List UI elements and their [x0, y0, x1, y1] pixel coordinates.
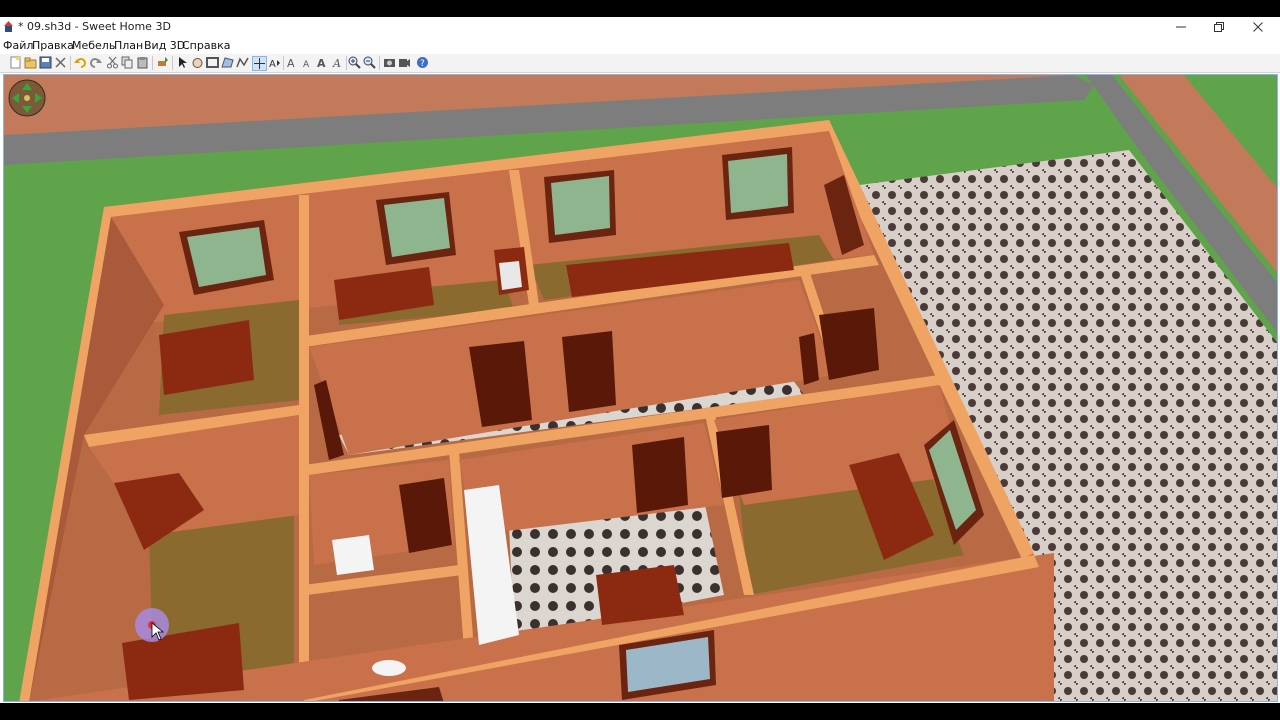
toolbar-separator: [379, 56, 380, 70]
mouse-cursor-icon: [135, 608, 169, 642]
sweet-home-app-icon: [4, 21, 13, 32]
laptop: [499, 261, 522, 290]
window-2: [376, 192, 456, 265]
cut-home-icon[interactable]: [54, 56, 67, 69]
create-dimensions-icon[interactable]: [252, 56, 267, 71]
window-3: [544, 170, 616, 243]
svg-text:A: A: [287, 57, 295, 69]
minimize-icon: [1176, 26, 1186, 28]
3d-view[interactable]: [3, 74, 1278, 702]
create-labels-icon[interactable]: A: [268, 56, 281, 69]
toolbar-separator: [70, 56, 71, 70]
select-mode-icon[interactable]: [176, 56, 189, 69]
cut-icon[interactable]: [106, 56, 119, 69]
svg-text:?: ?: [420, 59, 425, 69]
door-5: [716, 425, 772, 498]
navigation-arrows-icon[interactable]: [8, 79, 46, 117]
save-icon[interactable]: [39, 56, 52, 69]
open-icon[interactable]: [24, 56, 37, 69]
undo-icon[interactable]: [74, 56, 87, 69]
text-italic-icon[interactable]: A: [331, 56, 344, 69]
text-style-icon[interactable]: A: [316, 56, 329, 69]
menu-help[interactable]: Справка: [182, 39, 230, 52]
svg-text:A: A: [332, 57, 341, 69]
kitchen-table: [596, 565, 684, 625]
menu-file[interactable]: Файл: [3, 39, 33, 52]
create-polylines-icon[interactable]: [236, 56, 249, 69]
paste-icon[interactable]: [136, 56, 149, 69]
menu-bar: Файл Правка Мебель План Вид 3D Справка: [0, 38, 1280, 53]
door-4: [632, 437, 688, 513]
close-button[interactable]: [1238, 17, 1278, 38]
zoom-out-icon[interactable]: [363, 56, 376, 69]
increase-text-icon[interactable]: A: [286, 56, 299, 69]
help-icon[interactable]: ?: [416, 56, 429, 69]
door-2: [562, 331, 616, 412]
screen-bottom-border: [0, 703, 1280, 720]
new-home-icon[interactable]: [9, 56, 22, 69]
svg-text:A: A: [317, 57, 326, 69]
redo-icon[interactable]: [89, 56, 102, 69]
restore-icon: [1214, 22, 1224, 32]
3d-scene[interactable]: [4, 75, 1278, 702]
window-4: [722, 147, 794, 220]
partition-wall-1: [299, 195, 309, 700]
restore-button[interactable]: [1199, 17, 1239, 38]
pan-mode-icon[interactable]: [191, 56, 204, 69]
washing-machine: [332, 535, 374, 575]
svg-text:A: A: [303, 60, 310, 69]
menu-edit[interactable]: Правка: [32, 39, 74, 52]
screen-top-border: [0, 0, 1280, 17]
toolbar: A A A A A ?: [0, 54, 1280, 73]
toolbar-separator: [283, 56, 284, 70]
svg-text:A: A: [269, 59, 276, 69]
menu-plan[interactable]: План: [114, 39, 143, 52]
create-video-icon[interactable]: [398, 56, 411, 69]
create-rooms-icon[interactable]: [221, 56, 234, 69]
close-icon: [1253, 22, 1263, 32]
toolbar-separator: [152, 56, 153, 70]
title-bar: * 09.sh3d - Sweet Home 3D: [0, 17, 1280, 38]
create-walls-icon[interactable]: [206, 56, 219, 69]
app-window: * 09.sh3d - Sweet Home 3D Файл Правка Ме…: [0, 17, 1280, 703]
toolbar-separator: [346, 56, 347, 70]
decrease-text-icon[interactable]: A: [301, 56, 314, 69]
wardrobe-1: [819, 308, 879, 380]
menu-furniture[interactable]: Мебель: [72, 39, 115, 52]
minimize-button[interactable]: [1161, 17, 1201, 38]
window-title: * 09.sh3d - Sweet Home 3D: [18, 20, 171, 33]
add-furniture-icon[interactable]: [156, 56, 169, 69]
toolbar-separator: [172, 56, 173, 70]
copy-icon[interactable]: [121, 56, 134, 69]
zoom-in-icon[interactable]: [348, 56, 361, 69]
create-photo-icon[interactable]: [383, 56, 396, 69]
toilet: [372, 660, 406, 676]
menu-3d-view[interactable]: Вид 3D: [144, 39, 185, 52]
